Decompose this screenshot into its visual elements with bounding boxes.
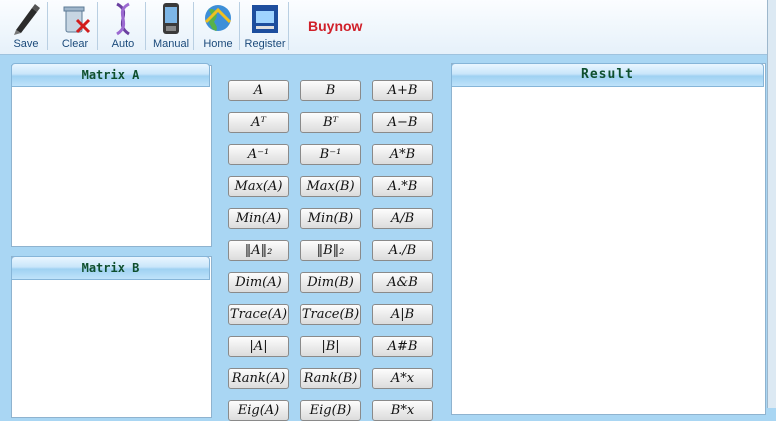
op-button[interactable]: A/B — [372, 208, 433, 229]
op-button[interactable]: Rank(A) — [228, 368, 289, 389]
matrix-b-input[interactable] — [12, 280, 210, 408]
phone-icon — [163, 3, 179, 34]
op-button[interactable]: Trace(B) — [300, 304, 361, 325]
op-button[interactable]: A⁻¹ — [228, 144, 289, 165]
clear-label: Clear — [61, 38, 89, 50]
pen-icon — [14, 4, 40, 35]
op-button[interactable]: A — [228, 80, 289, 101]
op-button[interactable]: Dim(A) — [228, 272, 289, 293]
op-button[interactable]: B*x — [372, 400, 433, 421]
matrix-a-input[interactable] — [12, 87, 210, 244]
op-button[interactable]: A#B — [372, 336, 433, 357]
op-button[interactable]: Dim(B) — [300, 272, 361, 293]
matrix-a-title: Matrix A — [11, 63, 210, 87]
save-button[interactable]: Save — [4, 0, 48, 54]
op-button[interactable]: A&B — [372, 272, 433, 293]
op-button[interactable]: ‖A‖₂ — [228, 240, 289, 261]
manual-label: Manual — [152, 38, 190, 50]
register-label: Register — [244, 38, 286, 50]
clear-button[interactable]: Clear — [52, 0, 98, 54]
matrix-b-title: Matrix B — [11, 256, 210, 280]
op-button[interactable]: ‖B‖₂ — [300, 240, 361, 261]
op-button[interactable]: Eig(A) — [228, 400, 289, 421]
op-button[interactable]: B — [300, 80, 361, 101]
dna-icon — [116, 2, 130, 36]
op-button[interactable]: A*B — [372, 144, 433, 165]
op-button[interactable]: A./B — [372, 240, 433, 261]
auto-label: Auto — [111, 38, 135, 50]
op-button[interactable]: A|B — [372, 304, 433, 325]
op-button[interactable]: A*x — [372, 368, 433, 389]
op-button[interactable]: Min(A) — [228, 208, 289, 229]
op-button[interactable]: A.*B — [372, 176, 433, 197]
buynow-link[interactable]: Buynow — [308, 18, 362, 34]
result-output[interactable] — [452, 88, 764, 408]
toolbar: Save Clear Auto Manual Home Register Buy… — [0, 0, 776, 55]
op-button[interactable]: A−B — [372, 112, 433, 133]
op-button[interactable]: A+B — [372, 80, 433, 101]
op-button[interactable]: Rank(B) — [300, 368, 361, 389]
op-button[interactable]: Aᵀ — [228, 112, 289, 133]
op-button[interactable]: |B| — [300, 336, 361, 357]
register-button[interactable]: Register — [241, 0, 289, 54]
home-label: Home — [203, 38, 233, 50]
home-button[interactable]: Home — [196, 0, 240, 54]
op-button[interactable]: Max(B) — [300, 176, 361, 197]
op-button[interactable]: Bᵀ — [300, 112, 361, 133]
op-button[interactable]: Min(B) — [300, 208, 361, 229]
op-button[interactable]: Max(A) — [228, 176, 289, 197]
manual-button[interactable]: Manual — [148, 0, 194, 54]
globe-home-icon — [204, 5, 232, 32]
op-button[interactable]: |A| — [228, 336, 289, 357]
trash-icon — [63, 6, 91, 34]
op-button[interactable]: Eig(B) — [300, 400, 361, 421]
auto-button[interactable]: Auto — [100, 0, 146, 54]
result-title: Result — [451, 63, 764, 87]
window-edge — [767, 0, 776, 408]
op-button[interactable]: Trace(A) — [228, 304, 289, 325]
register-box-icon — [252, 5, 278, 33]
op-button[interactable]: B⁻¹ — [300, 144, 361, 165]
save-label: Save — [13, 38, 39, 50]
